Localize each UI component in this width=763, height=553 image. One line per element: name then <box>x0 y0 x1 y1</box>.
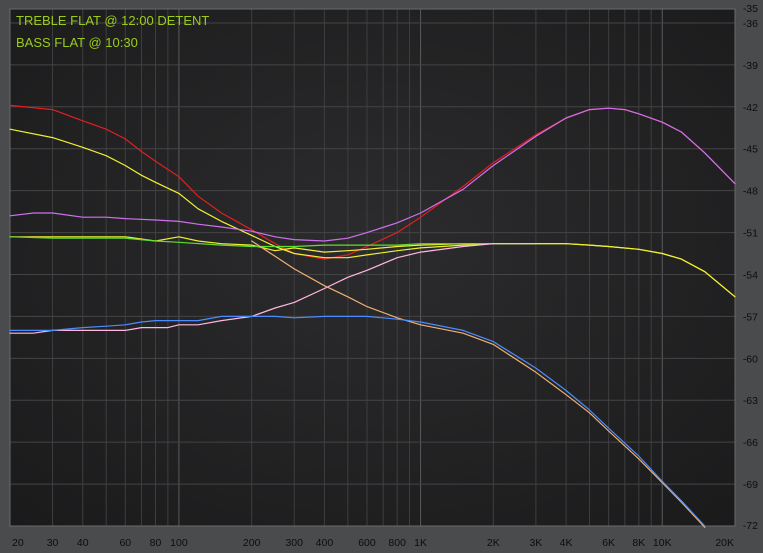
y-tick-label: -60 <box>743 353 758 365</box>
x-tick-label: 40 <box>77 537 89 549</box>
x-tick-label: 2K <box>487 537 500 549</box>
x-tick-label: 6K <box>602 537 615 549</box>
y-tick-label: -66 <box>743 437 758 449</box>
y-tick-label: -63 <box>743 395 758 407</box>
x-tick-label: 80 <box>150 537 162 549</box>
annotation-treble: TREBLE FLAT @ 12:00 DETENT <box>16 13 209 28</box>
x-tick-label: 4K <box>560 537 573 549</box>
chart-frame: 20 30 40 60 80 100 200 300 400 600 800 1K 2K 3K 4K 6K 8K… <box>0 0 763 553</box>
x-tick-labels: 20 30 40 60 80 100 200 300 400 600 800 1K 2K 3K 4K 6K 8K… <box>12 537 734 549</box>
y-tick-label: -48 <box>743 186 758 198</box>
x-tick-label: 1K <box>414 537 427 549</box>
x-tick-label: 30 <box>47 537 59 549</box>
y-tick-label: -51 <box>743 228 758 240</box>
x-tick-label: 10K <box>653 537 672 549</box>
y-tick-label: -42 <box>743 102 758 114</box>
x-tick-label: 100 <box>170 537 188 549</box>
y-tick-label: -69 <box>743 479 758 491</box>
y-tick-label: -35 <box>743 3 758 15</box>
x-tick-label: 300 <box>285 537 303 549</box>
frequency-response-chart: 20 30 40 60 80 100 200 300 400 600 800 1K 2K 3K 4K 6K 8K… <box>9 3 758 549</box>
x-tick-label: 600 <box>358 537 376 549</box>
x-tick-label: 20 <box>12 537 24 549</box>
y-tick-labels: -35 -36 -39 -42 -45 -48 -51 -54 -57 -60 -63 -66 -69 -… <box>743 3 758 532</box>
y-tick-label: -57 <box>743 311 758 323</box>
x-tick-label: 200 <box>243 537 261 549</box>
x-tick-label: 60 <box>119 537 131 549</box>
y-tick-label: -39 <box>743 60 758 72</box>
y-tick-label: -72 <box>743 520 758 532</box>
annotation-bass: BASS FLAT @ 10:30 <box>16 35 138 50</box>
x-tick-label: 8K <box>632 537 645 549</box>
y-tick-label: -36 <box>743 18 758 30</box>
y-tick-label: -45 <box>743 144 758 156</box>
x-tick-label: 800 <box>388 537 406 549</box>
y-tick-label: -54 <box>743 269 758 281</box>
x-tick-label: 20K <box>715 537 734 549</box>
x-tick-label: 3K <box>529 537 542 549</box>
x-tick-label: 400 <box>316 537 334 549</box>
